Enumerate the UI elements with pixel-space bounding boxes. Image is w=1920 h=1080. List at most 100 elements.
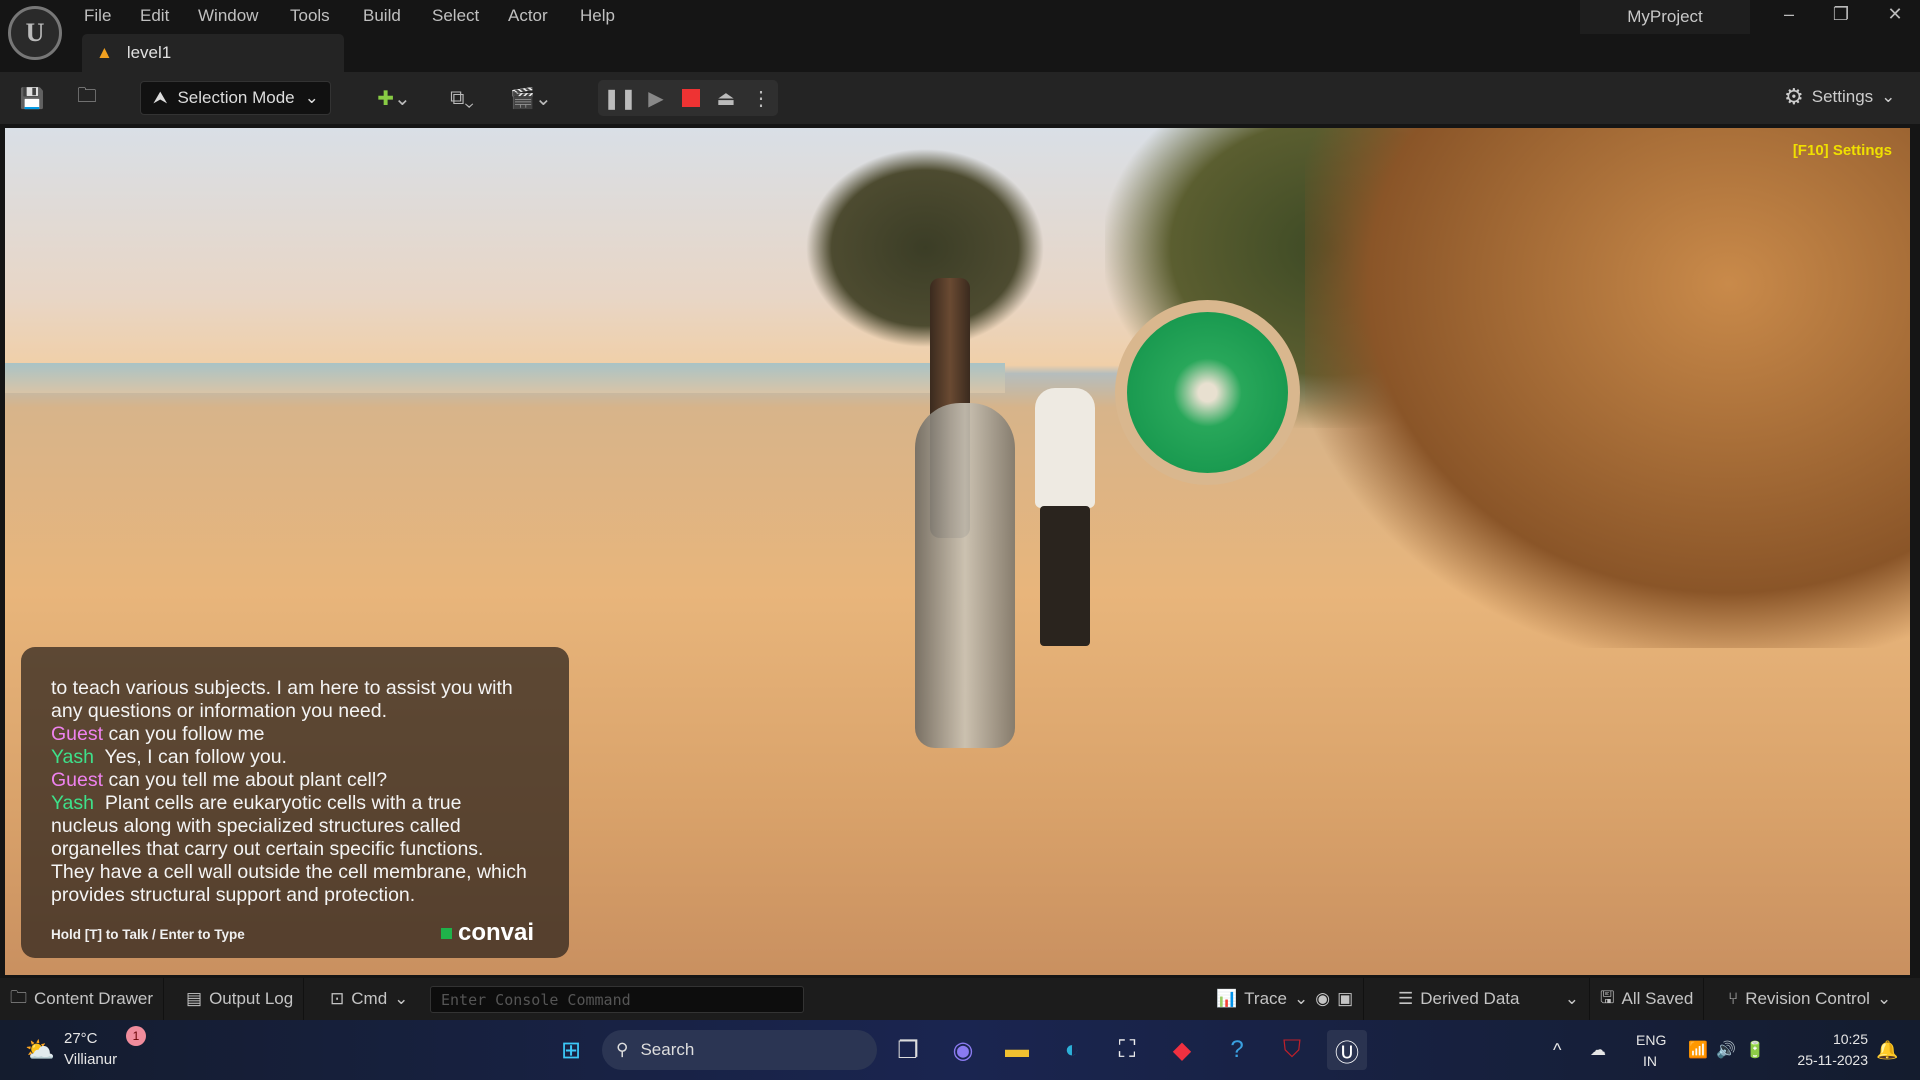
saved-icon: 🖫 bbox=[1600, 987, 1615, 1007]
derived-data-dropdown[interactable]: ☰ Derived Data ⌄ bbox=[1388, 978, 1590, 1020]
trace-icon: 📊 bbox=[1216, 989, 1238, 1008]
chat-line: Yash Plant cells are eukaryotic cells wi… bbox=[51, 792, 462, 814]
settings-button[interactable]: ⚙ Settings ⌄ bbox=[1784, 84, 1895, 110]
convai-mark-icon bbox=[441, 927, 452, 939]
chevron-down-icon: ⌄ bbox=[1294, 989, 1309, 1008]
tab-level1[interactable]: ▲ level1 bbox=[82, 34, 344, 72]
bell-icon[interactable]: 🔔 bbox=[1876, 1040, 1898, 1061]
settings-hint: [F10] Settings bbox=[1792, 142, 1892, 159]
chevron-down-icon: ⌄ bbox=[1881, 87, 1896, 106]
trace-dropdown[interactable]: 📊 Trace ⌄ ◉ ▣ bbox=[1206, 978, 1365, 1020]
chat-line: to teach various subjects. I am here to … bbox=[51, 677, 513, 699]
lang-secondary[interactable]: IN bbox=[1643, 1053, 1657, 1069]
more-options-icon[interactable]: ⋮ bbox=[746, 84, 776, 112]
level-icon: ▲ bbox=[96, 43, 113, 62]
lang-primary[interactable]: ENG bbox=[1636, 1032, 1666, 1048]
cinematics-icon[interactable]: 🎬⌄ bbox=[507, 84, 555, 112]
chat-panel: to teach various subjects. I am here to … bbox=[21, 647, 569, 958]
search-icon: ⚲ bbox=[616, 1040, 629, 1059]
notification-badge: 1 bbox=[126, 1026, 146, 1046]
branch-icon: ⑂ bbox=[1728, 989, 1739, 1008]
chat-line: They have a cell wall outside the cell m… bbox=[51, 861, 527, 883]
step-icon[interactable]: ▶ bbox=[641, 84, 671, 112]
weather-temp[interactable]: 27°C bbox=[64, 1030, 98, 1047]
content-drawer-button[interactable]: 🗀 Content Drawer bbox=[0, 978, 165, 1020]
tab-label: level1 bbox=[126, 43, 172, 62]
menu-build[interactable]: Build bbox=[363, 4, 401, 28]
npc-character[interactable] bbox=[1035, 388, 1095, 508]
store-icon[interactable]: ⛶ bbox=[1107, 1030, 1147, 1070]
chevron-down-icon: ⌄ bbox=[1564, 989, 1579, 1008]
chat-app-icon[interactable]: ◉ bbox=[943, 1030, 983, 1070]
speaker-name: Guest bbox=[51, 769, 104, 791]
mcafee-icon[interactable]: ⛉ bbox=[1272, 1030, 1312, 1070]
speaker-name: Guest bbox=[51, 723, 104, 745]
game-viewport[interactable]: [F10] Settings to teach various subjects… bbox=[5, 128, 1910, 975]
cursor-icon: ⮝ bbox=[153, 88, 168, 107]
menu-help[interactable]: Help bbox=[580, 4, 615, 28]
menu-edit[interactable]: Edit bbox=[140, 4, 169, 28]
taskbar-search[interactable]: ⚲ Search bbox=[602, 1030, 877, 1070]
unreal-taskbar-icon[interactable]: Ⓤ bbox=[1327, 1030, 1367, 1070]
chat-line: any questions or information you need. bbox=[51, 700, 388, 722]
weather-icon[interactable]: ⛅ bbox=[20, 1030, 60, 1070]
eject-icon[interactable]: ⏏ bbox=[711, 84, 741, 112]
all-saved-button[interactable]: 🖫 All Saved bbox=[1590, 978, 1705, 1020]
speaker-name: Yash bbox=[51, 746, 94, 768]
selection-mode-label: Selection Mode bbox=[177, 88, 295, 107]
chevron-down-icon: ⌄ bbox=[304, 88, 319, 107]
chat-line: nucleus along with specialized structure… bbox=[51, 815, 461, 837]
pause-icon[interactable]: ❚❚ bbox=[603, 84, 637, 112]
selection-mode-dropdown[interactable]: ⮝ Selection Mode ⌄ bbox=[140, 81, 331, 115]
minimize-icon[interactable]: – bbox=[1774, 4, 1804, 25]
save-icon[interactable]: 💾 bbox=[17, 84, 47, 112]
app-diamond-icon[interactable]: ◆ bbox=[1162, 1030, 1202, 1070]
plant-cell-display bbox=[1115, 300, 1300, 485]
battery-icon[interactable]: 🔋 bbox=[1745, 1040, 1765, 1060]
menu-tools[interactable]: Tools bbox=[290, 4, 330, 28]
speaker-name: Yash bbox=[51, 792, 94, 814]
chat-line: Guest can you tell me about plant cell? bbox=[51, 769, 388, 791]
server-icon: ☰ bbox=[1398, 989, 1414, 1008]
project-name: MyProject bbox=[1580, 0, 1750, 34]
terminal-icon: ⊡ bbox=[330, 989, 345, 1008]
menu-select[interactable]: Select bbox=[432, 4, 479, 28]
blueprint-icon[interactable]: ⧉⌄ bbox=[438, 84, 486, 112]
convai-logo: convai bbox=[441, 919, 534, 947]
revision-control-dropdown[interactable]: ⑂ Revision Control ⌄ bbox=[1718, 978, 1901, 1020]
clock-time[interactable]: 10:25 bbox=[1808, 1031, 1868, 1047]
cliff bbox=[1305, 128, 1910, 648]
windows-start-icon[interactable]: ⊞ bbox=[551, 1030, 591, 1070]
insights-icon[interactable]: ◉ bbox=[1315, 989, 1330, 1009]
chevron-up-icon[interactable]: ^ bbox=[1553, 1040, 1561, 1061]
chevron-down-icon: ⌄ bbox=[394, 989, 409, 1008]
tree-canopy bbox=[805, 148, 1045, 348]
snapshot-icon[interactable]: ▣ bbox=[1337, 989, 1353, 1009]
output-log-button[interactable]: ▤ Output Log bbox=[176, 978, 305, 1020]
task-view-icon[interactable]: ❐ bbox=[888, 1030, 928, 1070]
chat-line: Yash Yes, I can follow you. bbox=[51, 746, 287, 768]
help-icon[interactable]: ? bbox=[1217, 1030, 1257, 1070]
volume-icon[interactable]: 🔊 bbox=[1716, 1040, 1736, 1060]
unreal-logo[interactable]: U bbox=[8, 6, 62, 60]
console-command-input[interactable]: Enter Console Command bbox=[430, 986, 804, 1013]
clock-date[interactable]: 25-11-2023 bbox=[1786, 1052, 1868, 1068]
content-browser-icon[interactable]: 🗀 bbox=[72, 84, 102, 112]
gear-icon: ⚙ bbox=[1784, 84, 1804, 109]
sea bbox=[5, 363, 1005, 393]
stop-icon[interactable] bbox=[676, 84, 706, 112]
chat-line: organelles that carry out certain specif… bbox=[51, 838, 484, 860]
cmd-dropdown[interactable]: ⊡ Cmd ⌄ bbox=[320, 978, 418, 1020]
add-actor-icon[interactable]: ✚ ⌄ bbox=[370, 84, 418, 112]
onedrive-icon[interactable]: ☁ bbox=[1590, 1040, 1606, 1060]
menu-window[interactable]: Window bbox=[198, 4, 258, 28]
folder-search-icon: 🗀 bbox=[10, 987, 27, 1007]
restore-icon[interactable]: ❐ bbox=[1826, 4, 1856, 25]
weather-location[interactable]: Villianur bbox=[64, 1051, 117, 1068]
menu-actor[interactable]: Actor bbox=[508, 4, 548, 28]
close-icon[interactable]: ✕ bbox=[1880, 4, 1910, 25]
file-explorer-icon[interactable]: ▬ bbox=[997, 1030, 1037, 1070]
menu-file[interactable]: File bbox=[84, 4, 111, 28]
wifi-icon[interactable]: 📶 bbox=[1688, 1040, 1708, 1060]
edge-icon[interactable]: ◐ bbox=[1052, 1030, 1092, 1070]
